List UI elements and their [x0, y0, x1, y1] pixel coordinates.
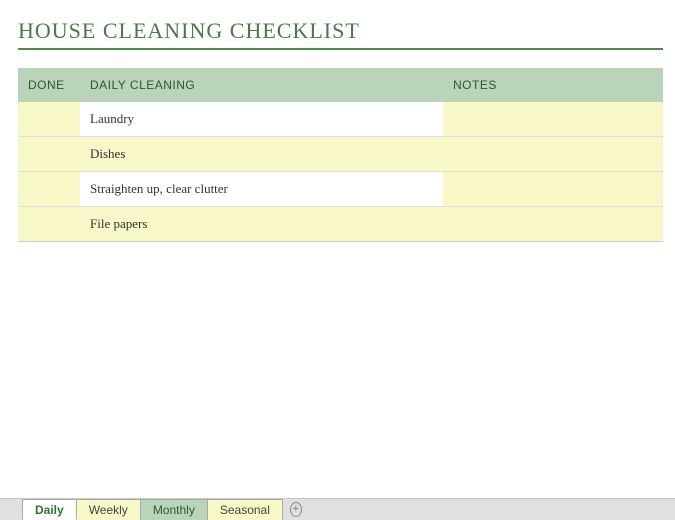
cell-task[interactable]: File papers [80, 207, 443, 242]
cell-done[interactable] [18, 137, 80, 172]
plus-icon: + [290, 502, 302, 517]
tab-daily[interactable]: Daily [22, 499, 77, 520]
table-header-row: DONE DAILY CLEANING NOTES [18, 68, 663, 102]
column-header-done[interactable]: DONE [18, 68, 80, 102]
table-row: Dishes [18, 137, 663, 172]
cell-task[interactable]: Laundry [80, 102, 443, 137]
cell-task[interactable]: Dishes [80, 137, 443, 172]
cell-notes[interactable] [443, 172, 663, 207]
tab-weekly[interactable]: Weekly [76, 499, 141, 520]
add-sheet-button[interactable]: + [282, 499, 310, 520]
worksheet-area: HOUSE CLEANING CHECKLIST DONE DAILY CLEA… [0, 0, 675, 242]
checklist-table: DONE DAILY CLEANING NOTES Laundry Dishes… [18, 68, 663, 242]
cell-task[interactable]: Straighten up, clear clutter [80, 172, 443, 207]
page-title: HOUSE CLEANING CHECKLIST [18, 18, 663, 50]
cell-done[interactable] [18, 207, 80, 242]
cell-notes[interactable] [443, 207, 663, 242]
table-row: Straighten up, clear clutter [18, 172, 663, 207]
tab-monthly[interactable]: Monthly [140, 499, 208, 520]
table-row: Laundry [18, 102, 663, 137]
sheet-tabstrip: Daily Weekly Monthly Seasonal + [0, 498, 675, 520]
cell-done[interactable] [18, 172, 80, 207]
column-header-notes[interactable]: NOTES [443, 68, 663, 102]
cell-notes[interactable] [443, 102, 663, 137]
tab-seasonal[interactable]: Seasonal [207, 499, 283, 520]
cell-done[interactable] [18, 102, 80, 137]
table-row: File papers [18, 207, 663, 242]
column-header-task[interactable]: DAILY CLEANING [80, 68, 443, 102]
cell-notes[interactable] [443, 137, 663, 172]
